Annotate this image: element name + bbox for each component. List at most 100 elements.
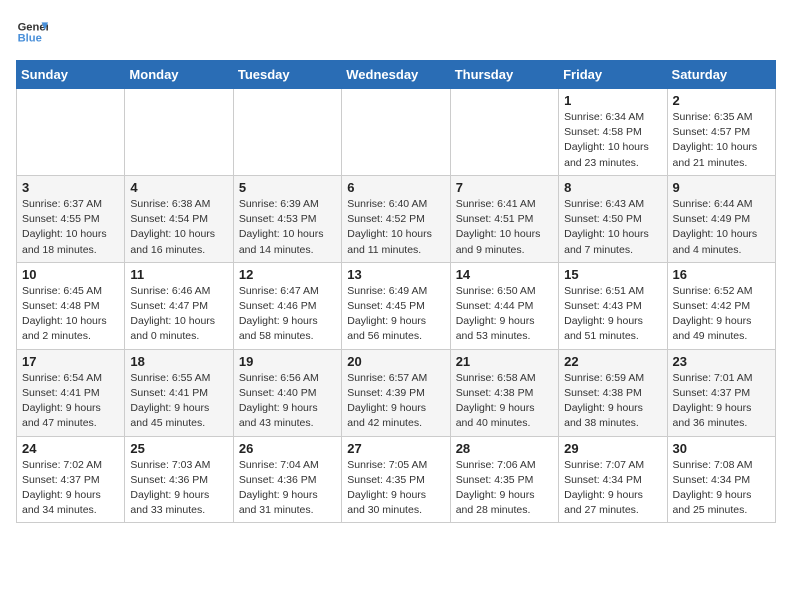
day-info: Sunrise: 6:49 AM Sunset: 4:45 PM Dayligh… [347, 284, 444, 345]
calendar-cell [125, 89, 233, 176]
calendar-cell: 28 Sunrise: 7:06 AM Sunset: 4:35 PM Dayli… [450, 436, 558, 523]
calendar-cell: 3 Sunrise: 6:37 AM Sunset: 4:55 PM Daylig… [17, 175, 125, 262]
day-info: Sunrise: 6:46 AM Sunset: 4:47 PM Dayligh… [130, 284, 227, 345]
day-info: Sunrise: 6:41 AM Sunset: 4:51 PM Dayligh… [456, 197, 553, 258]
day-number: 2 [673, 93, 770, 108]
day-number: 13 [347, 267, 444, 282]
day-number: 3 [22, 180, 119, 195]
day-number: 8 [564, 180, 661, 195]
day-number: 29 [564, 441, 661, 456]
calendar-cell: 19Sunrise: 6:56 AM Sunset: 4:40 PM Dayli… [233, 349, 341, 436]
day-info: Sunrise: 7:07 AM Sunset: 4:34 PM Dayligh… [564, 458, 661, 519]
calendar-cell: 10 Sunrise: 6:45 AM Sunset: 4:48 PM Dayli… [17, 262, 125, 349]
day-info: Sunrise: 6:47 AM Sunset: 4:46 PM Dayligh… [239, 284, 336, 345]
day-number: 14 [456, 267, 553, 282]
day-number: 21 [456, 354, 553, 369]
day-info: Sunrise: 6:38 AM Sunset: 4:54 PM Dayligh… [130, 197, 227, 258]
day-info: Sunrise: 7:06 AM Sunset: 4:35 PM Dayligh… [456, 458, 553, 519]
calendar-cell: 1 Sunrise: 6:34 AM Sunset: 4:58 PM Daylig… [559, 89, 667, 176]
calendar-cell: 23 Sunrise: 7:01 AM Sunset: 4:37 PM Dayli… [667, 349, 775, 436]
day-info: Sunrise: 6:35 AM Sunset: 4:57 PM Dayligh… [673, 110, 770, 171]
calendar-cell: 24 Sunrise: 7:02 AM Sunset: 4:37 PM Dayli… [17, 436, 125, 523]
day-number: 4 [130, 180, 227, 195]
day-info: Sunrise: 6:37 AM Sunset: 4:55 PM Dayligh… [22, 197, 119, 258]
calendar-cell: 12Sunrise: 6:47 AM Sunset: 4:46 PM Dayli… [233, 262, 341, 349]
calendar-cell: 15 Sunrise: 6:51 AM Sunset: 4:43 PM Dayli… [559, 262, 667, 349]
day-of-week-header: Sunday [17, 61, 125, 89]
day-number: 6 [347, 180, 444, 195]
day-of-week-header: Friday [559, 61, 667, 89]
calendar-table: SundayMondayTuesdayWednesdayThursdayFrid… [16, 60, 776, 523]
calendar-cell: 5 Sunrise: 6:39 AM Sunset: 4:53 PM Daylig… [233, 175, 341, 262]
day-number: 24 [22, 441, 119, 456]
calendar-cell: 26 Sunrise: 7:04 AM Sunset: 4:36 PM Dayli… [233, 436, 341, 523]
day-info: Sunrise: 6:59 AM Sunset: 4:38 PM Dayligh… [564, 371, 661, 432]
day-of-week-header: Thursday [450, 61, 558, 89]
day-info: Sunrise: 7:08 AM Sunset: 4:34 PM Dayligh… [673, 458, 770, 519]
calendar-cell: 22Sunrise: 6:59 AM Sunset: 4:38 PM Dayli… [559, 349, 667, 436]
day-number: 9 [673, 180, 770, 195]
calendar-cell: 9Sunrise: 6:44 AM Sunset: 4:49 PM Daylig… [667, 175, 775, 262]
calendar-cell: 8 Sunrise: 6:43 AM Sunset: 4:50 PM Daylig… [559, 175, 667, 262]
calendar-cell: 18 Sunrise: 6:55 AM Sunset: 4:41 PM Dayli… [125, 349, 233, 436]
day-info: Sunrise: 6:34 AM Sunset: 4:58 PM Dayligh… [564, 110, 661, 171]
calendar-cell: 16 Sunrise: 6:52 AM Sunset: 4:42 PM Dayli… [667, 262, 775, 349]
day-number: 23 [673, 354, 770, 369]
day-info: Sunrise: 7:03 AM Sunset: 4:36 PM Dayligh… [130, 458, 227, 519]
day-info: Sunrise: 6:58 AM Sunset: 4:38 PM Dayligh… [456, 371, 553, 432]
day-info: Sunrise: 6:52 AM Sunset: 4:42 PM Dayligh… [673, 284, 770, 345]
day-info: Sunrise: 6:55 AM Sunset: 4:41 PM Dayligh… [130, 371, 227, 432]
day-number: 1 [564, 93, 661, 108]
calendar-cell [450, 89, 558, 176]
day-of-week-header: Tuesday [233, 61, 341, 89]
calendar-header-row: SundayMondayTuesdayWednesdayThursdayFrid… [17, 61, 776, 89]
calendar-cell [342, 89, 450, 176]
day-number: 27 [347, 441, 444, 456]
calendar-cell: 7 Sunrise: 6:41 AM Sunset: 4:51 PM Daylig… [450, 175, 558, 262]
logo-icon: General Blue [16, 16, 48, 48]
calendar-week-row: 3 Sunrise: 6:37 AM Sunset: 4:55 PM Daylig… [17, 175, 776, 262]
day-of-week-header: Monday [125, 61, 233, 89]
day-number: 10 [22, 267, 119, 282]
day-info: Sunrise: 7:04 AM Sunset: 4:36 PM Dayligh… [239, 458, 336, 519]
calendar-cell [17, 89, 125, 176]
page-header: General Blue [16, 16, 776, 48]
day-number: 17 [22, 354, 119, 369]
calendar-cell: 25 Sunrise: 7:03 AM Sunset: 4:36 PM Dayli… [125, 436, 233, 523]
day-of-week-header: Saturday [667, 61, 775, 89]
day-number: 18 [130, 354, 227, 369]
day-info: Sunrise: 6:51 AM Sunset: 4:43 PM Dayligh… [564, 284, 661, 345]
day-info: Sunrise: 7:01 AM Sunset: 4:37 PM Dayligh… [673, 371, 770, 432]
day-number: 5 [239, 180, 336, 195]
day-info: Sunrise: 6:56 AM Sunset: 4:40 PM Dayligh… [239, 371, 336, 432]
day-info: Sunrise: 7:05 AM Sunset: 4:35 PM Dayligh… [347, 458, 444, 519]
day-number: 7 [456, 180, 553, 195]
calendar-week-row: 17 Sunrise: 6:54 AM Sunset: 4:41 PM Dayli… [17, 349, 776, 436]
day-number: 16 [673, 267, 770, 282]
calendar-week-row: 10 Sunrise: 6:45 AM Sunset: 4:48 PM Dayli… [17, 262, 776, 349]
day-info: Sunrise: 6:40 AM Sunset: 4:52 PM Dayligh… [347, 197, 444, 258]
calendar-cell: 14Sunrise: 6:50 AM Sunset: 4:44 PM Dayli… [450, 262, 558, 349]
calendar-cell: 17 Sunrise: 6:54 AM Sunset: 4:41 PM Dayli… [17, 349, 125, 436]
day-info: Sunrise: 7:02 AM Sunset: 4:37 PM Dayligh… [22, 458, 119, 519]
svg-text:Blue: Blue [18, 33, 42, 45]
day-info: Sunrise: 6:43 AM Sunset: 4:50 PM Dayligh… [564, 197, 661, 258]
day-info: Sunrise: 6:57 AM Sunset: 4:39 PM Dayligh… [347, 371, 444, 432]
calendar-cell: 27 Sunrise: 7:05 AM Sunset: 4:35 PM Dayli… [342, 436, 450, 523]
day-of-week-header: Wednesday [342, 61, 450, 89]
day-number: 30 [673, 441, 770, 456]
day-info: Sunrise: 6:45 AM Sunset: 4:48 PM Dayligh… [22, 284, 119, 345]
day-number: 25 [130, 441, 227, 456]
day-number: 26 [239, 441, 336, 456]
day-info: Sunrise: 6:54 AM Sunset: 4:41 PM Dayligh… [22, 371, 119, 432]
calendar-cell: 30 Sunrise: 7:08 AM Sunset: 4:34 PM Dayli… [667, 436, 775, 523]
logo: General Blue [16, 16, 48, 48]
day-number: 28 [456, 441, 553, 456]
day-info: Sunrise: 6:39 AM Sunset: 4:53 PM Dayligh… [239, 197, 336, 258]
calendar-cell: 20Sunrise: 6:57 AM Sunset: 4:39 PM Dayli… [342, 349, 450, 436]
day-number: 11 [130, 267, 227, 282]
day-number: 15 [564, 267, 661, 282]
calendar-cell: 11 Sunrise: 6:46 AM Sunset: 4:47 PM Dayli… [125, 262, 233, 349]
calendar-week-row: 24 Sunrise: 7:02 AM Sunset: 4:37 PM Dayli… [17, 436, 776, 523]
calendar-week-row: 1 Sunrise: 6:34 AM Sunset: 4:58 PM Daylig… [17, 89, 776, 176]
